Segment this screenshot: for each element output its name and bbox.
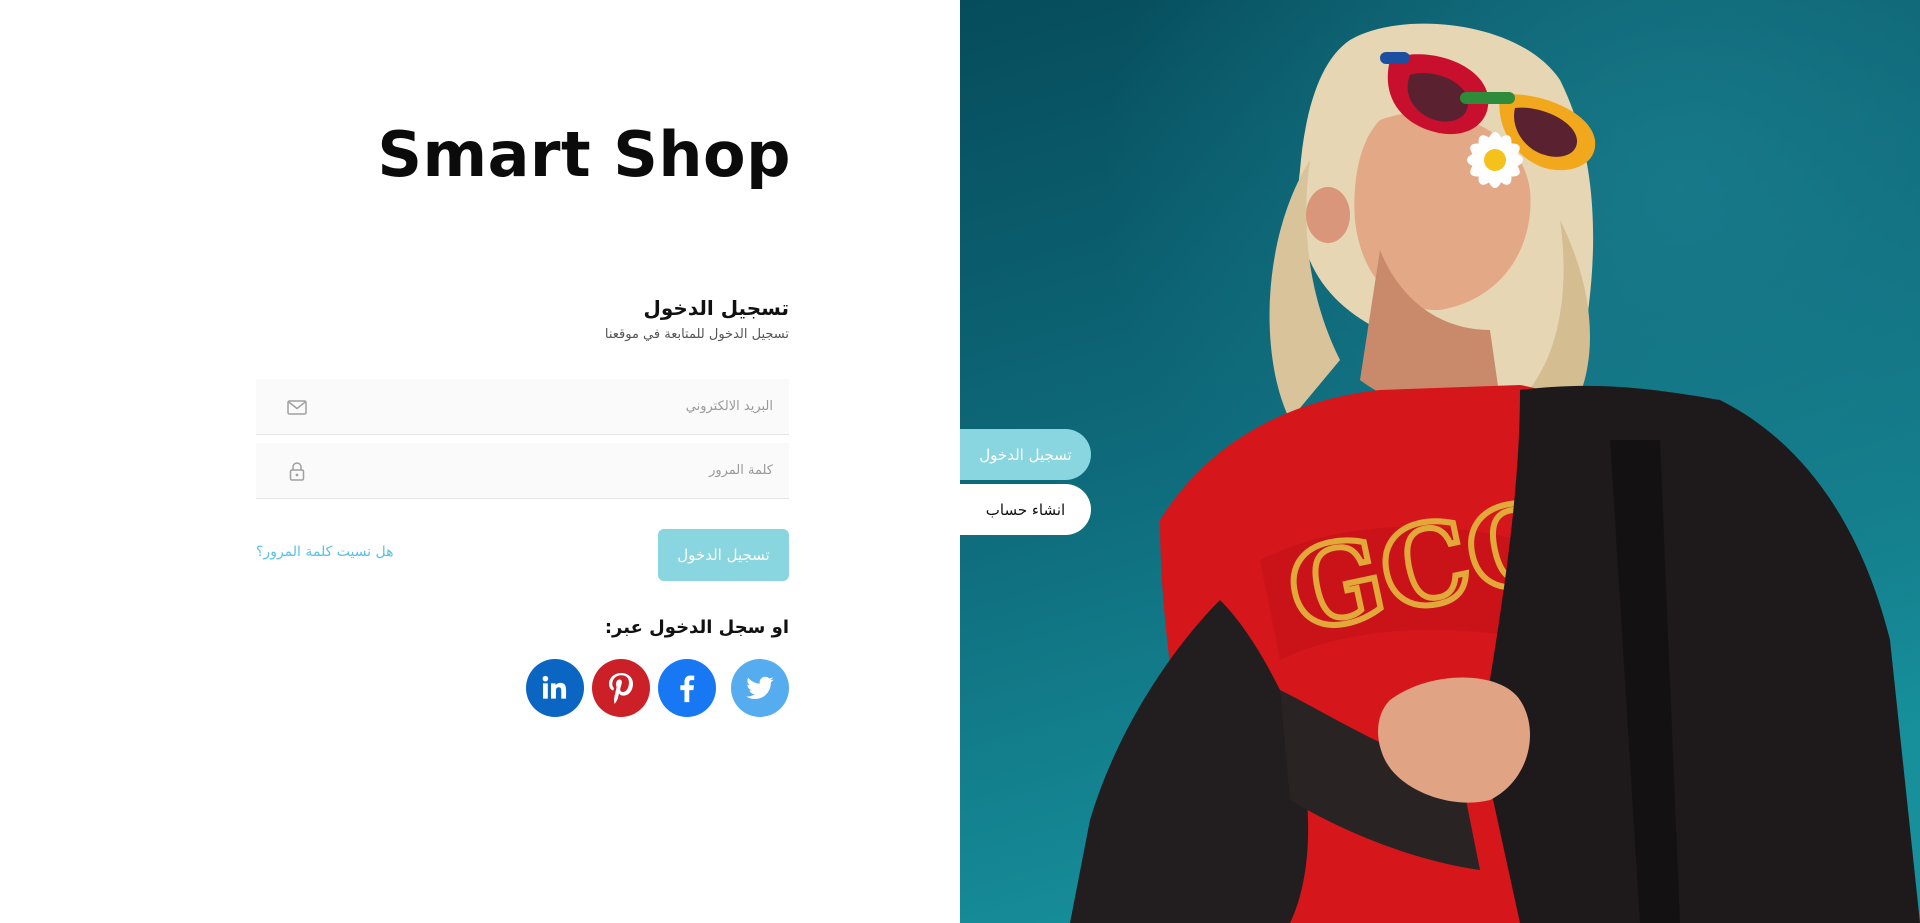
login-panel: Smart Shop تسجيل الدخول تسجيل الدخول للم…: [0, 0, 960, 923]
auth-tabs: تسجيل الدخول انشاء حساب: [960, 429, 1091, 535]
lock-icon: [286, 460, 308, 482]
social-buttons: [256, 659, 789, 717]
facebook-icon: [680, 675, 695, 703]
brand-title: Smart Shop: [377, 118, 791, 191]
tab-register[interactable]: انشاء حساب: [960, 484, 1091, 535]
login-form: تسجيل الدخول تسجيل الدخول للمتابعة في مو…: [256, 290, 789, 717]
facebook-button[interactable]: [658, 659, 716, 717]
hero-photo: GCC: [960, 0, 1920, 923]
linkedin-icon: [542, 675, 567, 699]
login-subtitle: تسجيل الدخول للمتابعة في موقعنا: [604, 327, 789, 342]
pinterest-button[interactable]: [592, 659, 650, 717]
fields: [256, 379, 789, 499]
email-field-wrapper: [256, 379, 789, 435]
email-field[interactable]: [256, 379, 789, 434]
forgot-password-link[interactable]: هل نسيت كلمة المرور؟: [256, 544, 394, 560]
twitter-button[interactable]: [731, 659, 789, 717]
twitter-icon: [746, 676, 774, 699]
social-login-title: او سجل الدخول عبر:: [604, 617, 789, 638]
tab-login[interactable]: تسجيل الدخول: [960, 429, 1091, 480]
password-field-wrapper: [256, 443, 789, 499]
mail-icon: [286, 396, 308, 418]
login-button[interactable]: تسجيل الدخول: [658, 529, 789, 581]
form-actions: تسجيل الدخول هل نسيت كلمة المرور؟: [256, 529, 789, 581]
password-field[interactable]: [256, 443, 789, 498]
login-title: تسجيل الدخول: [643, 296, 789, 320]
hero-image: GCC: [960, 0, 1920, 923]
linkedin-button[interactable]: [526, 659, 584, 717]
pinterest-icon: [609, 673, 633, 704]
